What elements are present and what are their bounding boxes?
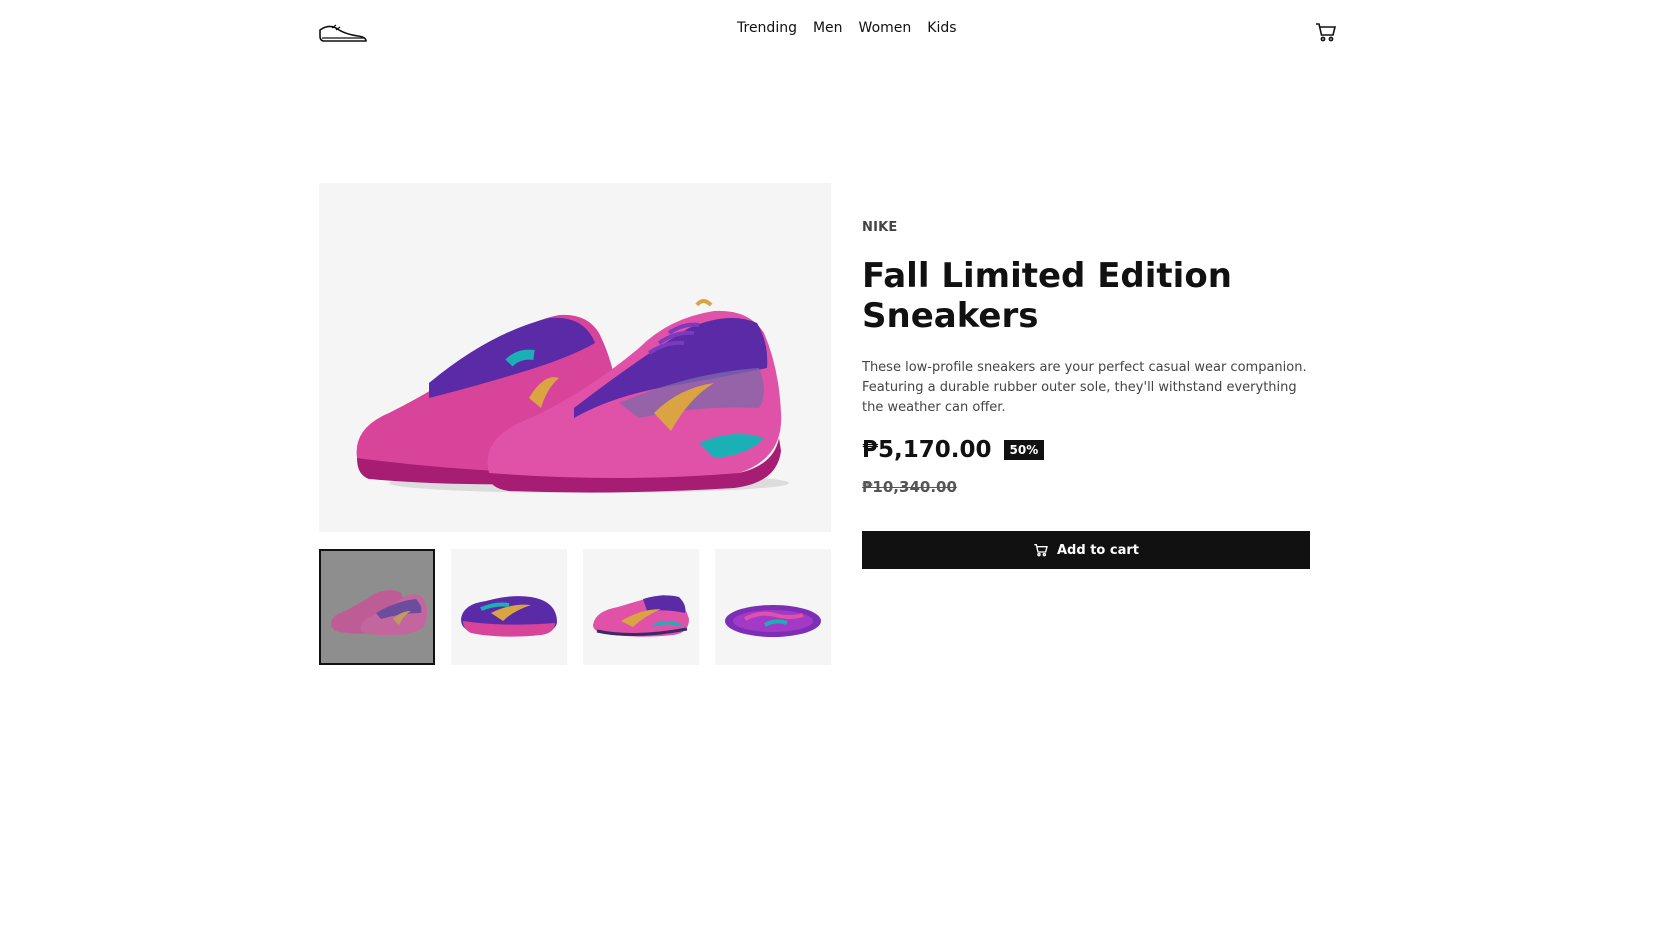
current-price: ₱5,170.00	[862, 437, 992, 463]
add-to-cart-button[interactable]: Add to cart	[862, 531, 1310, 569]
nav-women[interactable]: Women	[859, 20, 912, 36]
nav-men[interactable]: Men	[813, 20, 843, 36]
thumbnail-1[interactable]	[319, 549, 435, 665]
add-to-cart-label: Add to cart	[1057, 542, 1139, 558]
cart-icon[interactable]	[1314, 20, 1338, 44]
original-price: ₱10,340.00	[862, 478, 957, 496]
thumbnail-gallery	[319, 549, 831, 665]
thumbnail-3[interactable]	[583, 549, 699, 665]
nav-kids[interactable]: Kids	[927, 20, 956, 36]
main-nav: Trending Men Women Kids	[737, 20, 957, 36]
nav-trending[interactable]: Trending	[737, 20, 797, 36]
site-header: Trending Men Women Kids	[0, 0, 1664, 60]
sneaker-logo-icon[interactable]	[318, 16, 368, 44]
cart-icon	[1034, 544, 1048, 557]
product-description: These low-profile sneakers are your perf…	[862, 360, 1307, 415]
thumbnail-4[interactable]	[715, 549, 831, 665]
discount-badge: 50%	[1003, 440, 1045, 460]
brand-label: NIKE	[862, 220, 898, 235]
product-main-image	[319, 183, 831, 532]
thumbnail-2[interactable]	[451, 549, 567, 665]
product-title: Fall Limited Edition Sneakers	[862, 256, 1232, 336]
price-row: ₱5,170.00 50%	[862, 437, 1045, 463]
